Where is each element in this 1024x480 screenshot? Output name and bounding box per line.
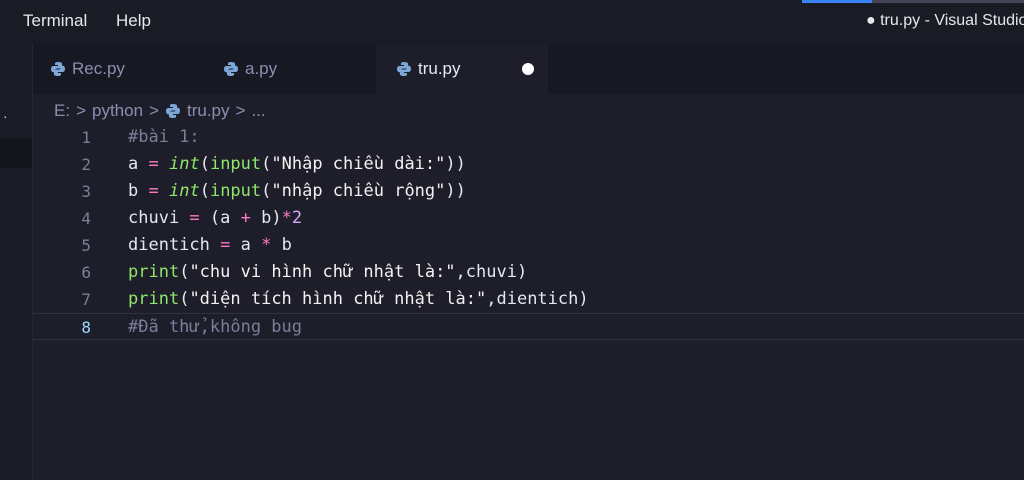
code-token: 2 [291,208,303,228]
code-token: #Đã thử,không bug [128,317,302,337]
code-editor[interactable]: 1 #bài 1: 2 a = int(input("Nhập chiều dài:"… [33,124,1024,480]
line-number: 5 [81,236,91,255]
line-number: 1 [81,128,91,147]
code-text: #Đã thử,không bug [128,314,302,341]
tab-bar: Rec.py a.py tru.py [33,44,1024,94]
title-bar: Terminal Help ● tru.py - Visual Studio C… [0,0,1024,44]
code-text: #bài 1: [128,124,200,151]
menu-terminal[interactable]: Terminal [23,11,87,31]
breadcrumb: E: > python > tru.py > ... [54,98,266,124]
python-file-icon [165,104,180,118]
code-token: a [230,235,262,255]
window-title: ● tru.py - Visual Studio Code [866,12,1024,29]
code-line[interactable]: 1 #bài 1: [33,124,1024,151]
code-token: )) [445,181,466,201]
activity-selection[interactable] [0,138,32,168]
code-text: print("chu vi hình chữ nhật là:",chuvi) [128,259,527,286]
code-token: b) [250,208,282,228]
code-token: * [261,235,272,255]
line-number: 8 [81,318,91,337]
code-line[interactable]: 4 chuvi = (a + b)*2 [33,205,1024,232]
code-token: "chu vi hình chữ nhật là:" [189,262,456,282]
code-token: a [128,154,149,174]
title-accent-strip [802,0,872,3]
code-token: = [220,235,231,255]
more-dot-icon[interactable]: · [3,108,8,124]
code-token: ,chuvi) [455,262,528,282]
code-token: * [281,208,292,228]
code-token: ( [179,289,190,309]
line-number: 3 [81,182,91,201]
python-file-icon [397,62,411,76]
python-file-icon [224,62,238,76]
tab-label: a.py [245,59,278,78]
code-token: "diện tích hình chữ nhật là:" [189,289,487,309]
menu-help[interactable]: Help [116,11,151,31]
breadcrumb-file[interactable]: tru.py [187,101,230,121]
breadcrumb-more[interactable]: ... [251,101,265,121]
breadcrumb-folder[interactable]: python [92,101,143,121]
tab-tru-py[interactable]: tru.py [376,44,548,94]
code-text: chuvi = (a + b)*2 [128,205,302,232]
code-token: "nhập chiều rộng" [271,181,446,201]
line-number: 4 [81,209,91,228]
line-number: 7 [81,290,91,309]
code-token: ( [261,154,272,174]
code-text: b = int(input("nhập chiều rộng")) [128,178,466,205]
code-token: = [189,208,200,228]
code-text: a = int(input("Nhập chiều dài:")) [128,151,466,178]
breadcrumb-drive[interactable]: E: [54,101,70,121]
code-token: ,dientich) [486,289,589,309]
code-line[interactable]: 5 dientich = a * b [33,232,1024,259]
code-line[interactable]: 6 print("chu vi hình chữ nhật là:",chuvi) [33,259,1024,286]
code-text: print("diện tích hình chữ nhật là:",dien… [128,286,589,313]
code-token: (a [199,208,241,228]
line-number: 2 [81,155,91,174]
tab-a-py[interactable]: a.py [223,44,373,94]
code-token: chuvi [128,208,190,228]
code-token: ( [179,262,190,282]
code-token: ( [261,181,272,201]
code-token: dientich [128,235,221,255]
code-token: + [240,208,251,228]
code-text: dientich = a * b [128,232,292,259]
code-token: b [128,181,149,201]
activity-bar: · [0,44,33,480]
code-line[interactable]: 3b = int(input("nhập chiều rộng")) [33,178,1024,205]
code-token: = [148,181,159,201]
tab-rec-py[interactable]: Rec.py [50,44,200,94]
code-token: int [168,181,200,201]
code-token: "Nhập chiều dài:" [271,154,446,174]
tab-label: Rec.py [72,59,125,78]
tab-label: tru.py [418,59,461,78]
code-token: input [209,154,262,174]
code-token: input [209,181,262,201]
code-token: print [128,289,180,309]
unsaved-dot-icon[interactable] [522,63,534,75]
code-token: int [168,154,200,174]
code-token: )) [445,154,466,174]
title-scroll-strip [872,0,1024,3]
code-token: print [128,262,180,282]
code-token: b [271,235,292,255]
code-line[interactable]: 2a = int(input("Nhập chiều dài:")) [33,151,1024,178]
python-file-icon [51,62,65,76]
code-line[interactable]: 8 #Đã thử,không bug [33,313,1024,340]
line-number: 6 [81,263,91,282]
chevron-right-icon: > [149,101,159,120]
chevron-right-icon: > [76,101,86,120]
code-token: ( [199,181,210,201]
code-token: ( [199,154,210,174]
code-line[interactable]: 7 print("diện tích hình chữ nhật là:",die… [33,286,1024,313]
chevron-right-icon: > [235,101,246,120]
code-token: = [148,154,159,174]
code-token: #bài 1: [128,127,200,147]
